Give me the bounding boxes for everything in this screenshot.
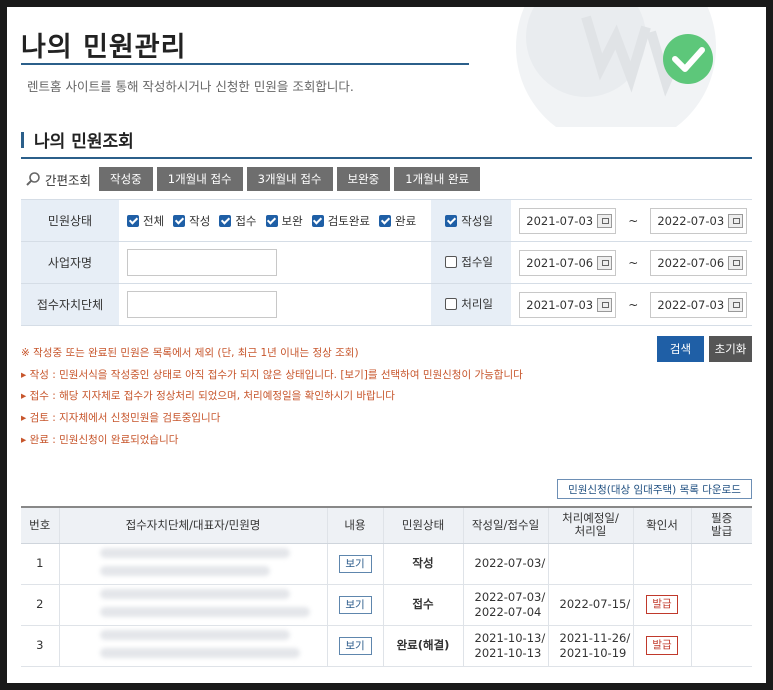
view-button[interactable]: 보기 xyxy=(338,554,372,573)
status-checkbox-supplement[interactable]: 보완 xyxy=(265,213,303,229)
date-to-processed[interactable]: 2022-07-03 xyxy=(650,291,748,318)
complaint-table: 번호 접수자치단체/대표자/민원명 내용 민원상태 작성일/접수일 처리예정일/… xyxy=(21,506,752,667)
view-button[interactable]: 보기 xyxy=(338,636,372,655)
search-icon xyxy=(26,172,40,186)
status-text: 접수 xyxy=(382,584,463,626)
redacted-name xyxy=(58,625,327,667)
issue-cert-button[interactable]: 발급 xyxy=(646,636,678,655)
quick-btn-3month-received[interactable]: 3개월내 접수 xyxy=(246,167,333,191)
table-header-row: 번호 접수자치단체/대표자/민원명 내용 민원상태 작성일/접수일 처리예정일/… xyxy=(21,506,752,544)
status-label: 민원상태 xyxy=(21,199,119,242)
note-item: ▸ 검토 : 지자체에서 신청민원을 검토중입니다 xyxy=(21,412,221,425)
download-list-button[interactable]: 민원신청(대상 임대주택) 목록 다운로드 xyxy=(557,479,752,499)
view-button[interactable]: 보기 xyxy=(338,595,372,614)
status-checkbox-received[interactable]: 접수 xyxy=(219,213,257,229)
status-checkbox-complete[interactable]: 완료 xyxy=(379,213,416,229)
quick-btn-1month-received[interactable]: 1개월내 접수 xyxy=(156,167,243,191)
checkbox-unchecked-icon xyxy=(445,298,458,310)
page-frame: 나의 민원관리 렌트홈 사이트를 통해 작성하시거나 신청한 민원을 조회합니다… xyxy=(7,7,766,683)
date-to-received[interactable]: 2022-07-06 xyxy=(650,249,748,276)
col-header-content: 내용 xyxy=(326,506,383,544)
status-text: 작성 xyxy=(382,543,463,585)
date-from-received[interactable]: 2021-07-06 xyxy=(519,249,617,276)
agency-input[interactable] xyxy=(127,291,277,318)
section-title-text: 나의 민원조회 xyxy=(34,132,134,152)
agency-label: 접수자치단체 xyxy=(21,283,119,326)
date-range-processed: 2021-07-03 ~ 2022-07-03 xyxy=(511,291,752,318)
reset-button[interactable]: 초기화 xyxy=(709,336,752,362)
section-title: 나의 민원조회 xyxy=(21,127,134,152)
note-item: ▸ 작성 : 민원서식을 작성중인 상태로 아직 접수가 되지 않은 상태입니다… xyxy=(21,368,523,381)
calendar-icon[interactable] xyxy=(597,255,613,270)
page-title: 나의 민원관리 xyxy=(21,32,187,63)
table-row: 1 보기 작성 2022-07-03/ xyxy=(21,543,752,585)
checkbox-checked-icon xyxy=(127,214,139,227)
date-range-received: 2021-07-06 ~ 2022-07-06 xyxy=(511,249,752,276)
col-header-cert: 확인서 xyxy=(632,506,691,544)
redacted-name xyxy=(58,584,327,626)
col-header-status: 민원상태 xyxy=(382,506,463,544)
checkbox-checked-icon xyxy=(219,214,232,227)
calendar-icon[interactable] xyxy=(728,297,744,312)
status-checkboxes: 전체 작성 접수 보완 검토완료 완료 xyxy=(127,213,431,229)
section-bar xyxy=(21,131,24,148)
quick-btn-supplement[interactable]: 보완중 xyxy=(336,167,391,191)
checkbox-checked-icon xyxy=(311,214,324,227)
date-from-written[interactable]: 2021-07-03 xyxy=(519,207,617,234)
status-checkbox-reviewed[interactable]: 검토완료 xyxy=(311,213,370,229)
table-row: 3 보기 완료(해결) 2021-10-13/2021-10-13 2021-1… xyxy=(21,625,752,667)
date-range-written: 2021-07-03 ~ 2022-07-03 xyxy=(511,207,752,234)
header-decoration-graphic xyxy=(516,7,716,127)
date-checkbox-received[interactable]: 접수일 xyxy=(445,254,493,270)
checkbox-checked-icon xyxy=(265,214,278,227)
search-button[interactable]: 검색 xyxy=(657,336,704,362)
page-subtitle: 렌트홈 사이트를 통해 작성하시거나 신청한 민원을 조회합니다. xyxy=(27,79,354,94)
calendar-icon[interactable] xyxy=(728,255,744,270)
issue-cert-button[interactable]: 발급 xyxy=(646,595,678,614)
status-text: 완료(해결) xyxy=(382,625,463,667)
calendar-icon[interactable] xyxy=(728,213,744,228)
date-checkbox-written[interactable]: 작성일 xyxy=(445,213,493,229)
checkbox-checked-icon xyxy=(445,214,458,227)
quick-btn-1month-complete[interactable]: 1개월내 완료 xyxy=(394,167,481,191)
col-header-name: 접수자치단체/대표자/민원명 xyxy=(58,506,327,544)
title-underline xyxy=(21,63,469,65)
business-label: 사업자명 xyxy=(21,241,119,284)
table-row: 2 보기 접수 2022-07-03/2022-07-04 2022-07-15… xyxy=(21,584,752,626)
quick-search-label: 간편조회 xyxy=(25,170,91,189)
check-circle-icon xyxy=(663,34,713,84)
quick-btn-writing[interactable]: 작성중 xyxy=(99,167,153,191)
section-divider xyxy=(21,157,752,159)
col-header-due: 처리예정일/ 처리일 xyxy=(547,506,633,544)
date-from-processed[interactable]: 2021-07-03 xyxy=(519,291,617,318)
status-checkbox-write[interactable]: 작성 xyxy=(173,213,210,229)
col-header-dates: 작성일/접수일 xyxy=(462,506,548,544)
checkbox-checked-icon xyxy=(173,214,186,227)
col-header-no: 번호 xyxy=(21,506,59,544)
date-to-written[interactable]: 2022-07-03 xyxy=(650,207,748,234)
status-checkbox-all[interactable]: 전체 xyxy=(127,213,164,229)
filter-table: 민원상태 전체 작성 접수 보완 검토완료 완료 작성일 2021-07-03 … xyxy=(21,199,752,326)
note-item: ※ 작성중 또는 완료된 민원은 목록에서 제외 (단, 최근 1년 이내는 정… xyxy=(21,347,359,359)
redacted-name xyxy=(58,543,327,585)
checkbox-unchecked-icon xyxy=(445,256,458,268)
note-item: ▸ 완료 : 민원신청이 완료되었습니다 xyxy=(21,433,179,446)
note-item: ▸ 접수 : 해당 지자체로 접수가 정상처리 되었으며, 처리예정일을 확인하… xyxy=(21,390,395,403)
calendar-icon[interactable] xyxy=(597,213,613,228)
col-header-issue: 필증 발급 xyxy=(690,506,752,544)
checkbox-checked-icon xyxy=(379,214,392,227)
business-name-input[interactable] xyxy=(127,249,277,276)
quick-search-bar: 간편조회 작성중 1개월내 접수 3개월내 접수 보완중 1개월내 완료 xyxy=(25,167,484,191)
calendar-icon[interactable] xyxy=(597,297,613,312)
date-checkbox-processed[interactable]: 처리일 xyxy=(445,296,493,312)
notes-list: ※ 작성중 또는 완료된 민원은 목록에서 제외 (단, 최근 1년 이내는 정… xyxy=(21,343,523,452)
